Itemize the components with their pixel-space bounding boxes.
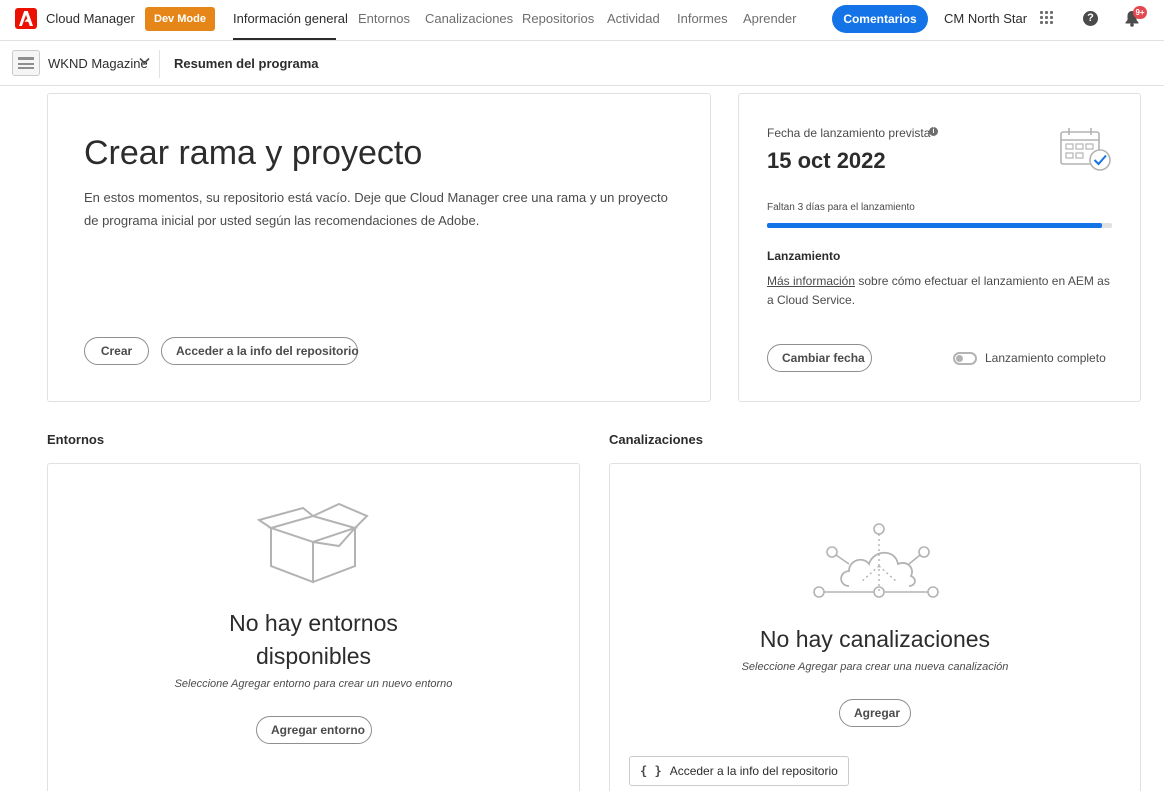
add-pipeline-button[interactable]: Agregar (839, 699, 911, 727)
create-card-title: Crear rama y proyecto (84, 134, 423, 172)
active-tab-indicator (233, 38, 336, 40)
pipelines-card: No hay canalizaciones Seleccione Agregar… (609, 463, 1141, 791)
environments-card: No hay entornos disponibles Seleccione A… (47, 463, 580, 791)
code-braces-icon: { } (640, 764, 662, 778)
tab-aprender[interactable]: Aprender (743, 11, 796, 26)
more-info-link[interactable]: Más información (767, 274, 855, 288)
dev-mode-badge: Dev Mode (145, 7, 215, 31)
pipelines-empty-title: No hay canalizaciones (759, 626, 991, 652)
launch-progress-bar (767, 223, 1112, 228)
launch-date-label: Fecha de lanzamiento prevista (767, 126, 931, 140)
pipelines-section-title: Canalizaciones (609, 432, 703, 447)
tab-informes[interactable]: Informes (677, 11, 728, 26)
environments-empty-subtitle: Seleccione Agregar entorno para crear un… (174, 678, 453, 690)
tab-entornos[interactable]: Entornos (358, 11, 410, 26)
launch-complete-label: Lanzamiento completo (985, 351, 1106, 365)
calendar-check-icon (1060, 128, 1111, 171)
pipelines-repo-info-button[interactable]: { } Acceder a la info del repositorio (629, 756, 849, 786)
adobe-logo-icon[interactable] (15, 8, 37, 29)
program-header: WKND Magazine Resumen del programa (0, 41, 1164, 86)
tab-actividad[interactable]: Actividad (607, 11, 660, 26)
pipelines-empty-subtitle: Seleccione Agregar para crear una nueva … (741, 661, 1009, 673)
tab-informacion-general[interactable]: Información general (233, 11, 348, 26)
program-selector[interactable]: WKND Magazine (48, 56, 148, 71)
chevron-down-icon[interactable] (139, 57, 150, 65)
app-name[interactable]: Cloud Manager (46, 11, 135, 26)
feedback-button[interactable]: Comentarios (832, 5, 928, 33)
org-switcher[interactable]: CM North Star (944, 11, 1027, 26)
pipelines-repo-info-label: Acceder a la info del repositorio (669, 764, 838, 778)
launch-date-card: Fecha de lanzamiento prevista i 15 oct 2… (738, 93, 1141, 402)
environments-empty-title: No hay entornos disponibles (48, 607, 579, 673)
help-icon[interactable]: ? (1083, 11, 1098, 26)
launch-complete-toggle[interactable] (953, 352, 977, 365)
change-date-button[interactable]: Cambiar fecha (767, 344, 872, 372)
top-navigation: Cloud Manager Dev Mode Información gener… (0, 0, 1164, 41)
launch-heading: Lanzamiento (767, 249, 841, 263)
cloud-network-icon (813, 523, 939, 598)
create-branch-card: Crear rama y proyecto En estos momentos,… (47, 93, 711, 402)
program-icon (12, 50, 40, 76)
info-icon[interactable]: i (929, 127, 938, 136)
divider (159, 50, 160, 78)
add-environment-button[interactable]: Agregar entorno (256, 716, 372, 744)
environments-empty-title-line2: disponibles (255, 643, 372, 669)
create-button[interactable]: Crear (84, 337, 149, 365)
launch-info-text: Más información sobre cómo efectuar el l… (767, 272, 1117, 310)
environments-empty-title-line1: No hay entornos (229, 610, 398, 636)
launch-progress-fill (767, 223, 1102, 228)
empty-box-icon (257, 502, 369, 584)
days-left-text: Faltan 3 días para el lanzamiento (767, 202, 915, 213)
create-card-description: En estos momentos, su repositorio está v… (84, 190, 668, 228)
tab-canalizaciones[interactable]: Canalizaciones (425, 11, 513, 26)
notification-count-badge: 9+ (1133, 6, 1147, 19)
environments-section-title: Entornos (47, 432, 105, 447)
page-title: Resumen del programa (174, 56, 319, 71)
app-switcher-icon[interactable] (1040, 11, 1054, 25)
tab-repositorios[interactable]: Repositorios (522, 11, 594, 26)
launch-date-value: 15 oct 2022 (767, 148, 886, 173)
repo-info-button[interactable]: Acceder a la info del repositorio (161, 337, 359, 365)
